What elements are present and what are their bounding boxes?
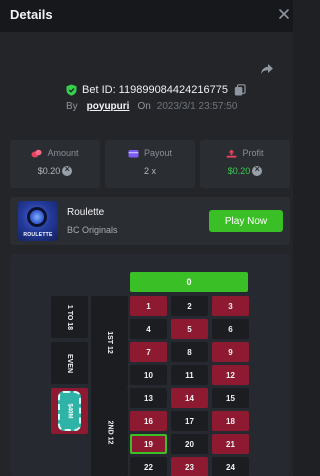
number-cell: 5 (171, 319, 208, 339)
profit-value: $0.20 (227, 166, 251, 176)
number-cell: 22 (130, 457, 167, 476)
low-bet-label: 1 TO 18 (65, 304, 73, 330)
profit-icon (226, 149, 237, 158)
number-cell: 7 (130, 342, 167, 362)
red-bet-cell: $40M (51, 388, 88, 434)
number-cell: 16 (130, 411, 167, 431)
copy-icon[interactable] (234, 84, 246, 96)
share-icon[interactable] (259, 61, 275, 77)
number-cell: 9 (212, 342, 249, 362)
number-cell: 12 (212, 365, 249, 385)
even-bet-label: EVEN (66, 353, 73, 373)
game-name: Roulette (67, 207, 105, 218)
chip-icon: $40M (58, 391, 81, 431)
profit-stat: Profit $0.20 (200, 140, 290, 188)
number-cell: 11 (171, 365, 208, 385)
play-now-button[interactable]: Play Now (209, 210, 283, 232)
number-cell: 2 (171, 296, 208, 316)
payout-label: Payout (143, 148, 173, 158)
bet-byline: By poyupuri On 2023/3/1 23:57:50 (66, 100, 237, 112)
thumbnail-caption: ROULETTE (23, 232, 53, 238)
even-bet-cell: EVEN (51, 342, 88, 384)
number-cell: 8 (171, 342, 208, 362)
second-dozen-cell: 2ND 12 (91, 388, 128, 476)
game-card: ROULETTE Roulette BC Originals Play Now (10, 197, 290, 245)
currency-icon (252, 164, 263, 176)
amount-label: Amount (47, 148, 79, 158)
number-cell: 21 (212, 434, 249, 454)
coins-icon (31, 149, 42, 157)
currency-icon (62, 164, 73, 176)
number-cell: 15 (212, 388, 249, 408)
zero-cell: 0 (130, 272, 248, 292)
number-cell: 14 (171, 388, 208, 408)
wallet-icon (128, 149, 139, 157)
game-provider: BC Originals (67, 225, 118, 235)
number-cell: 20 (171, 434, 208, 454)
bet-id: Bet ID: 119899084424216775 (82, 84, 228, 96)
first-dozen-cell: 1ST 12 (91, 296, 128, 388)
number-cell: 23 (171, 457, 208, 476)
payout-stat: Payout 2 x (105, 140, 195, 188)
amount-value: $0.20 (37, 166, 61, 176)
number-cell: 17 (171, 411, 208, 431)
username-link[interactable]: poyupuri (87, 101, 130, 112)
number-cell: 4 (130, 319, 167, 339)
bet-date: 2023/3/1 23:57:50 (156, 100, 238, 112)
by-label: By (66, 100, 78, 112)
first-dozen-label: 1ST 12 (105, 330, 113, 354)
amount-stat: Amount $0.20 (10, 140, 100, 188)
number-cell: 3 (212, 296, 249, 316)
close-icon[interactable] (278, 8, 290, 20)
modal-title: Details (10, 7, 53, 22)
number-cell: 18 (212, 411, 249, 431)
number-cell: 6 (212, 319, 249, 339)
game-thumbnail[interactable]: ROULETTE (18, 201, 58, 241)
on-label: On (137, 100, 151, 112)
number-cell: 19 (130, 434, 167, 454)
payout-value: 2 x (143, 166, 156, 176)
shield-check-icon (66, 84, 77, 96)
roulette-wheel-icon (27, 207, 47, 227)
modal-header: Details (0, 0, 293, 32)
chip-label: $40M (66, 403, 73, 419)
second-dozen-label: 2ND 12 (105, 420, 113, 444)
low-bet-cell: 1 TO 18 (51, 296, 88, 338)
number-cell: 13 (130, 388, 167, 408)
bet-id-line: Bet ID: 119899084424216775 (66, 82, 246, 98)
number-cell: 24 (212, 457, 249, 476)
profit-label: Profit (242, 148, 264, 158)
number-cell: 10 (130, 365, 167, 385)
number-cell: 1 (130, 296, 167, 316)
